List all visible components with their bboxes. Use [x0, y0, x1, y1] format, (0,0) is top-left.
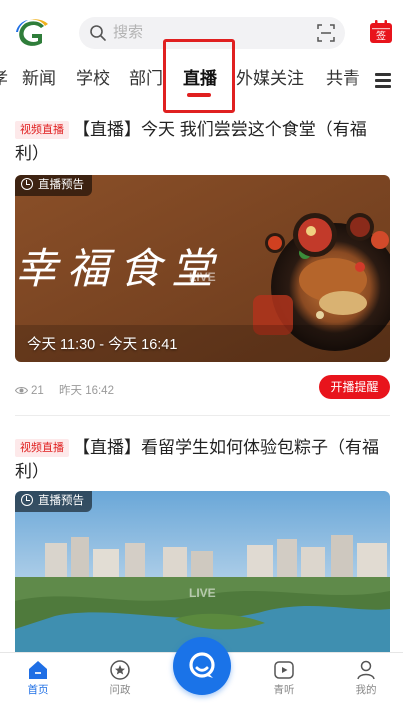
feed-item-1-meta: 21 昨天 16:42 开播提醒 [14, 375, 390, 401]
eye-icon [14, 387, 29, 394]
item-meta: 21 昨天 16:42 [14, 383, 114, 399]
scan-icon[interactable] [317, 24, 335, 42]
tab-fade [351, 62, 373, 96]
tab-department[interactable]: 部门 [129, 68, 163, 90]
user-icon [357, 660, 375, 680]
search-icon [90, 25, 106, 41]
tab-partial-left[interactable]: 孝 [0, 68, 8, 90]
view-count: 21 [31, 385, 44, 397]
clock-icon [21, 494, 33, 506]
center-chat-button[interactable] [173, 637, 231, 695]
video-play-icon [274, 661, 294, 679]
home-icon [29, 661, 47, 679]
live-watermark: LIVE [189, 586, 216, 600]
poster-title-text: 幸福食堂 [15, 244, 224, 293]
nav-qingting-label: 青听 [273, 684, 295, 696]
app-logo[interactable] [14, 18, 50, 48]
star-chat-icon [110, 660, 130, 680]
feed-item-title[interactable]: 视频直播 【直播】看留学生如何体验包粽子（有福利） [15, 436, 390, 484]
live-reminder-button[interactable]: 开播提醒 [319, 375, 390, 399]
tab-news[interactable]: 新闻 [22, 68, 56, 90]
nav-qingting[interactable]: 青听 [254, 659, 314, 697]
nav-mine-label: 我的 [355, 684, 377, 696]
search-placeholder: 搜索 [113, 24, 144, 41]
chat-bubble-icon [189, 652, 215, 678]
nav-home[interactable]: 首页 [8, 659, 68, 697]
nav-mine[interactable]: 我的 [336, 659, 396, 697]
video-live-tag: 视频直播 [15, 439, 69, 457]
nav-wenzheng[interactable]: 问政 [90, 659, 150, 697]
post-time: 昨天 16:42 [59, 385, 114, 397]
menu-icon [375, 73, 391, 76]
video-live-tag: 视频直播 [15, 121, 69, 139]
feed-item-2[interactable]: 视频直播 【直播】看留学生如何体验包粽子（有福利） [15, 436, 390, 484]
nav-wenzheng-label: 问政 [109, 684, 131, 696]
channel-menu-button[interactable] [371, 66, 403, 94]
feed-item-1[interactable]: 视频直播 【直播】今天 我们尝尝这个食堂（有福利） [15, 118, 390, 166]
nav-home-label: 首页 [27, 684, 49, 696]
live-preview-badge-label: 直播预告 [38, 179, 84, 191]
live-preview-badge: 直播预告 [15, 175, 92, 196]
live-preview-badge: 直播预告 [15, 491, 92, 512]
sign-in-calendar-icon[interactable]: 签 [369, 20, 393, 44]
live-thumbnail-1[interactable]: 幸福食堂 LIVE 直播预告 今天 11:30 - 今天 16:41 [15, 175, 390, 362]
tab-foreign-media[interactable]: 外媒关注 [236, 68, 304, 90]
feed-item-title[interactable]: 视频直播 【直播】今天 我们尝尝这个食堂（有福利） [15, 118, 390, 166]
live-preview-badge-label: 直播预告 [38, 495, 84, 507]
feed-item-title-text: 【直播】看留学生如何体验包粽子（有福利） [15, 438, 379, 481]
feed-divider [15, 415, 390, 416]
campus-aerial-image [15, 491, 390, 661]
tab-school[interactable]: 学校 [76, 68, 110, 90]
clock-icon [21, 178, 33, 190]
live-time-range: 今天 11:30 - 今天 16:41 [27, 337, 178, 353]
tab-highlight-box [163, 39, 235, 113]
live-watermark: LIVE [189, 270, 216, 284]
sign-label: 签 [376, 30, 386, 43]
live-thumbnail-2[interactable]: LIVE 直播预告 [15, 491, 390, 661]
